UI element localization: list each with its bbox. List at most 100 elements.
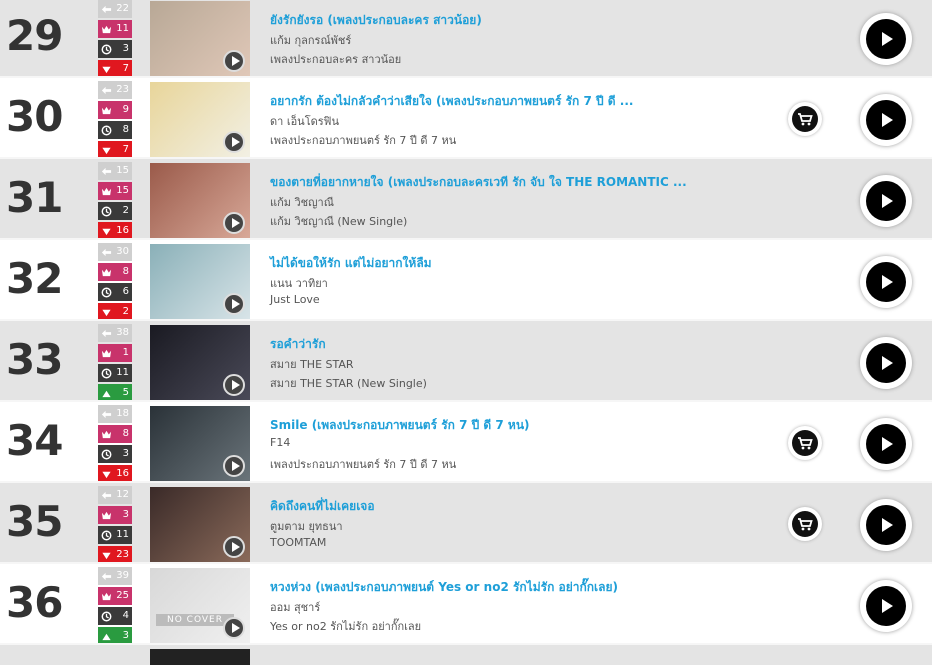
play-button[interactable]	[860, 256, 912, 308]
weeks-on-chart-value: 3	[122, 43, 129, 54]
song-title-link[interactable]: Smile (เพลงประกอบภาพยนตร์ รัก 7 ปี ดี 7 …	[270, 416, 530, 435]
thumbnail-play-icon[interactable]	[223, 131, 245, 153]
song-title-link[interactable]: รอคำว่ารัก	[270, 335, 326, 354]
video-thumbnail[interactable]	[150, 163, 250, 238]
previous-rank-badge: 12	[98, 486, 132, 504]
thumbnail-play-icon[interactable]	[223, 50, 245, 72]
song-title-link[interactable]: ไม่ได้ขอให้รัก แต่ไม่อยากให้ลืม	[270, 254, 432, 273]
weeks-clock-icon	[101, 449, 112, 460]
weeks-clock-icon	[101, 530, 112, 541]
rank-number: 29	[6, 11, 63, 60]
peak-crown-icon	[101, 592, 112, 601]
weeks-on-chart-badge: 6	[98, 283, 132, 301]
previous-rank-icon	[101, 167, 112, 176]
down-arrow-icon	[102, 471, 111, 479]
play-button[interactable]	[860, 580, 912, 632]
weeks-on-chart-badge: 11	[98, 364, 132, 382]
peak-crown-icon	[101, 511, 112, 520]
rank-number: 31	[6, 173, 63, 222]
video-thumbnail[interactable]	[150, 487, 250, 562]
previous-rank-value: 23	[116, 84, 129, 95]
previous-rank-value: 22	[116, 3, 129, 14]
rank-number: 33	[6, 335, 63, 384]
up-arrow-icon	[102, 633, 111, 641]
song-title-link[interactable]: อยากรัก ต้องไม่กลัวคำว่าเสียใจ (เพลงประก…	[270, 92, 633, 111]
cart-icon	[792, 106, 818, 132]
video-thumbnail[interactable]	[150, 1, 250, 76]
stats-column: 38 1 11 5	[98, 324, 132, 404]
previous-rank-icon	[101, 572, 112, 581]
chart-row: 35 12 3 11 23 คิดถึงคนที่ไม่เคยเจอ ตูมตาม ยุทธ…	[0, 483, 932, 564]
weeks-on-chart-value: 11	[116, 529, 129, 540]
stats-column: 23 9 8 7	[98, 81, 132, 161]
video-thumbnail[interactable]	[150, 649, 250, 665]
weeks-clock-icon	[101, 287, 112, 298]
play-button[interactable]	[860, 94, 912, 146]
peak-rank-badge: 11	[98, 20, 132, 38]
thumbnail-play-icon[interactable]	[223, 374, 245, 396]
weeks-clock-icon	[101, 206, 112, 217]
play-button[interactable]	[860, 418, 912, 470]
thumbnail-play-icon[interactable]	[223, 536, 245, 558]
weeks-on-chart-value: 8	[122, 124, 129, 135]
album-name: TOOMTAM	[270, 536, 327, 549]
down-arrow-icon	[102, 66, 111, 74]
peak-rank-badge: 9	[98, 101, 132, 119]
play-button[interactable]	[860, 499, 912, 551]
cart-icon-glyph	[798, 518, 813, 531]
previous-rank-badge: 15	[98, 162, 132, 180]
peak-rank-badge: 3	[98, 506, 132, 524]
song-title-link[interactable]: หวงห่วง (เพลงประกอบภาพยนต์ Yes or no2 รั…	[270, 578, 618, 597]
play-icon	[866, 505, 906, 545]
play-icon	[866, 19, 906, 59]
video-thumbnail[interactable]: NO COVER	[150, 568, 250, 643]
buy-cart-button[interactable]	[788, 426, 822, 460]
weeks-clock-icon	[101, 125, 112, 136]
video-thumbnail[interactable]	[150, 325, 250, 400]
play-button[interactable]	[860, 13, 912, 65]
weeks-on-chart-value: 11	[116, 367, 129, 378]
previous-rank-icon	[101, 329, 112, 338]
thumbnail-play-icon[interactable]	[223, 212, 245, 234]
no-cover-label: NO COVER	[156, 614, 234, 626]
artist-name: ตูมตาม ยุทธนา	[270, 520, 343, 533]
down-arrow-icon	[102, 228, 111, 236]
thumbnail-play-icon[interactable]	[223, 617, 245, 639]
chart-row: 30 23 9 8 7 อยากรัก ต้องไม่กลัวคำว่าเสียใจ (เ…	[0, 78, 932, 159]
thumbnail-play-icon[interactable]	[223, 293, 245, 315]
up-arrow-icon	[102, 390, 111, 398]
buy-cart-button[interactable]	[788, 507, 822, 541]
peak-crown-icon	[101, 349, 112, 358]
song-title-link[interactable]: ของตายที่อยากหายใจ (เพลงประกอบละครเวที ร…	[270, 173, 687, 192]
song-title-link[interactable]: คิดถึงคนที่ไม่เคยเจอ	[270, 497, 375, 516]
cart-icon	[792, 430, 818, 456]
video-thumbnail[interactable]	[150, 82, 250, 157]
peak-rank-value: 1	[122, 347, 129, 358]
play-button[interactable]	[860, 337, 912, 389]
cart-icon	[792, 511, 818, 537]
previous-rank-badge: 22	[98, 0, 132, 18]
peak-rank-value: 11	[116, 23, 129, 34]
video-thumbnail[interactable]	[150, 244, 250, 319]
previous-rank-icon	[101, 5, 112, 14]
weeks-on-chart-badge: 8	[98, 121, 132, 139]
artist-name: แก้ม วิชญาณี	[270, 196, 334, 209]
rank-number: 36	[6, 578, 63, 627]
song-title-link[interactable]: ยังรักยังรอ (เพลงประกอบละคร สาวน้อย)	[270, 11, 482, 30]
artist-name: ดา เอ็นโดรฟิน	[270, 115, 339, 128]
thumbnail-play-icon[interactable]	[223, 455, 245, 477]
weeks-on-chart-badge: 4	[98, 607, 132, 625]
artist-name: F14	[270, 436, 291, 449]
previous-rank-value: 18	[116, 408, 129, 419]
previous-rank-icon	[101, 410, 112, 419]
video-thumbnail[interactable]	[150, 406, 250, 481]
weeks-on-chart-value: 6	[122, 286, 129, 297]
previous-rank-icon	[101, 86, 112, 95]
cart-icon-glyph	[798, 437, 813, 450]
previous-rank-badge: 38	[98, 324, 132, 342]
rank-number: 35	[6, 497, 63, 546]
play-button[interactable]	[860, 175, 912, 227]
peak-rank-value: 25	[116, 590, 129, 601]
buy-cart-button[interactable]	[788, 102, 822, 136]
peak-rank-value: 3	[122, 509, 129, 520]
